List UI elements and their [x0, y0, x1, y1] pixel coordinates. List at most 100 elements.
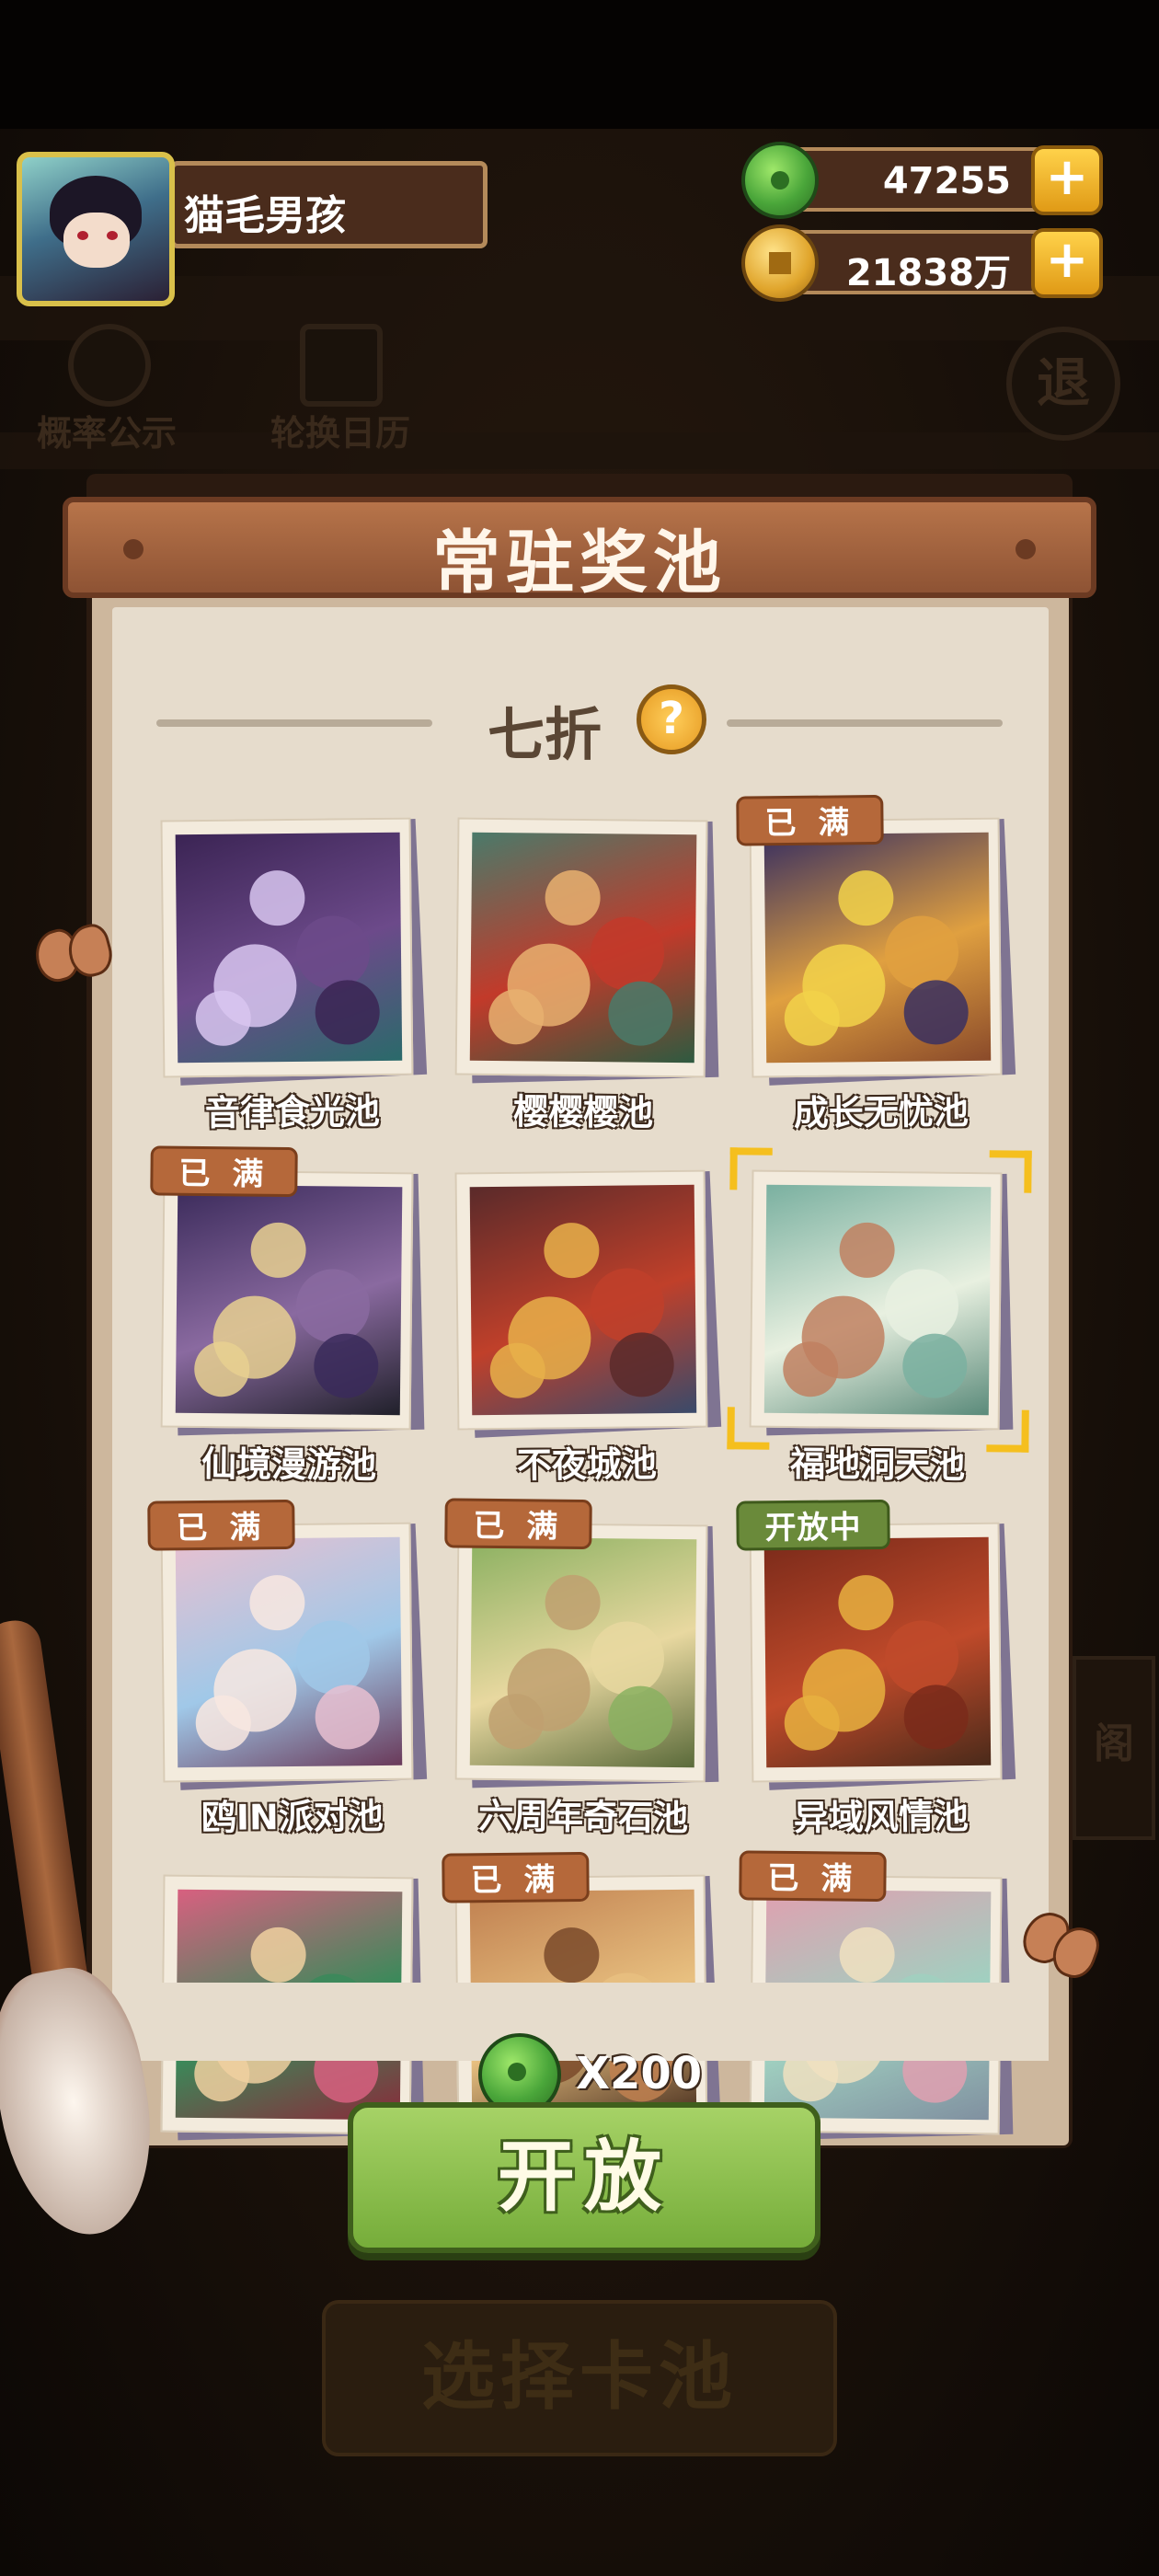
choose-pool-label: 选择卡池: [421, 2334, 738, 2420]
discount-row: 七折 ?: [156, 681, 1003, 768]
panel-header-banner: 常驻奖池: [63, 497, 1096, 603]
artwork-character: [590, 1621, 665, 1696]
full-status-tag: 已 满: [442, 1851, 590, 1903]
probability-icon[interactable]: [68, 324, 151, 407]
full-status-tag: 已 满: [150, 1145, 298, 1198]
shop-sign-label: 阁: [1094, 1720, 1134, 1767]
shop-sign[interactable]: 阁: [1073, 1656, 1155, 1840]
pool-name: 樱樱樱池: [512, 1091, 654, 1133]
add-coin-button[interactable]: +: [1031, 228, 1103, 298]
artwork-character: [903, 979, 970, 1045]
pool-card[interactable]: 仙境漫游池 已 满: [150, 1145, 425, 1486]
selection-corner: [727, 1407, 770, 1450]
open-status-tag: 开放中: [736, 1499, 890, 1551]
help-icon[interactable]: ?: [637, 684, 706, 754]
pool-name: 不夜城池: [516, 1443, 658, 1486]
artwork-character: [782, 1340, 839, 1397]
open-cost-amount: X200: [576, 2048, 703, 2099]
artwork-character: [901, 1333, 968, 1398]
open-pool-label: 开放: [497, 2132, 671, 2222]
open-pool-button[interactable]: 开放: [348, 2102, 820, 2253]
full-status-tag: 已 满: [736, 794, 884, 846]
artwork-character: [250, 1222, 306, 1279]
artwork-character: [195, 990, 252, 1047]
calendar-label[interactable]: 轮换日历: [270, 405, 410, 455]
artwork-character: [315, 979, 381, 1045]
card-paper: [749, 1169, 1003, 1431]
pool-artwork: [469, 1184, 697, 1416]
avatar-eye: [77, 231, 88, 240]
pool-artwork: [175, 1184, 403, 1416]
artwork-character: [544, 1222, 600, 1279]
calendar-icon[interactable]: [300, 324, 383, 407]
pool-card[interactable]: 六周年奇石池 已 满: [444, 1498, 719, 1838]
artwork-character: [609, 1331, 675, 1397]
pool-card[interactable]: 不夜城池: [454, 1169, 722, 1486]
divider-line: [156, 719, 432, 727]
avatar-face: [63, 213, 130, 268]
pool-artwork: [175, 1536, 403, 1768]
coin-currency-bar: 21838万 +: [741, 224, 1103, 302]
full-status-tag: 已 满: [444, 1498, 592, 1550]
player-avatar[interactable]: [17, 152, 175, 306]
card-paper: [160, 1522, 414, 1783]
artwork-character: [249, 1574, 305, 1631]
artwork-character: [884, 1269, 959, 1343]
pool-artwork: [763, 1184, 992, 1416]
card-paper: [749, 1522, 1003, 1783]
player-name: 猫毛男孩: [184, 192, 346, 239]
choose-pool-button[interactable]: 选择卡池: [322, 2300, 837, 2456]
artwork-character: [295, 1269, 371, 1343]
pool-name: 六周年奇石池: [477, 1795, 689, 1839]
card-paper: [454, 1169, 708, 1431]
full-status-tag: 已 满: [739, 1850, 887, 1903]
pool-artwork: [763, 1536, 992, 1768]
pool-name: 仙境漫游池: [201, 1443, 377, 1486]
card-paper: [749, 817, 1003, 1078]
artwork-character: [489, 1342, 546, 1399]
pool-card[interactable]: 异域风情池 开放中: [736, 1499, 1016, 1838]
pool-name: 成长无忧池: [793, 1090, 970, 1133]
artwork-character: [544, 1926, 600, 1984]
artwork-character: [607, 981, 673, 1046]
add-jade-button[interactable]: +: [1031, 145, 1103, 215]
pool-artwork: [175, 832, 403, 1064]
pool-name: 音律食光池: [204, 1090, 381, 1133]
pool-name: 福地洞天池: [789, 1443, 966, 1486]
pool-artwork: [763, 832, 992, 1064]
pool-card[interactable]: 成长无忧池 已 满: [736, 794, 1016, 1133]
pool-name: 鸥IN派对池: [201, 1795, 384, 1839]
panel-title: 常驻奖池: [432, 523, 727, 603]
pool-name: 异域风情池: [793, 1795, 970, 1838]
artwork-character: [313, 1333, 379, 1398]
artwork-character: [590, 916, 665, 991]
divider-line: [727, 719, 1003, 727]
card-paper: [454, 817, 708, 1078]
jade-currency-bar: 47255 +: [741, 142, 1103, 219]
avatar-eye: [107, 231, 118, 240]
artwork-character: [488, 988, 545, 1045]
jade-amount: 47255: [882, 160, 1011, 202]
player-name-plate: 猫毛男孩: [170, 161, 488, 248]
full-status-tag: 已 满: [147, 1499, 295, 1551]
probability-label[interactable]: 概率公示: [37, 405, 177, 455]
artwork-character: [193, 1340, 250, 1397]
selection-corner: [989, 1150, 1032, 1193]
artwork-character: [839, 1222, 895, 1279]
selection-corner: [729, 1147, 773, 1190]
artwork-character: [838, 1574, 894, 1631]
pool-card[interactable]: 樱樱樱池: [454, 817, 719, 1133]
artwork-character: [249, 869, 305, 926]
pool-card[interactable]: 鸥IN派对池 已 满: [147, 1499, 428, 1838]
pool-card[interactable]: 音律食光池: [160, 817, 428, 1133]
artwork-character: [488, 1693, 545, 1750]
artwork-character: [838, 869, 894, 926]
discount-text: 七折: [488, 701, 602, 768]
artwork-character: [545, 1574, 601, 1631]
artwork-character: [250, 1926, 306, 1984]
artwork-character: [784, 1695, 841, 1752]
artwork-character: [903, 1684, 970, 1750]
exit-button[interactable]: 退: [1006, 327, 1120, 441]
artwork-character: [884, 1620, 959, 1695]
pool-card[interactable]: 福地洞天池: [727, 1147, 1032, 1486]
